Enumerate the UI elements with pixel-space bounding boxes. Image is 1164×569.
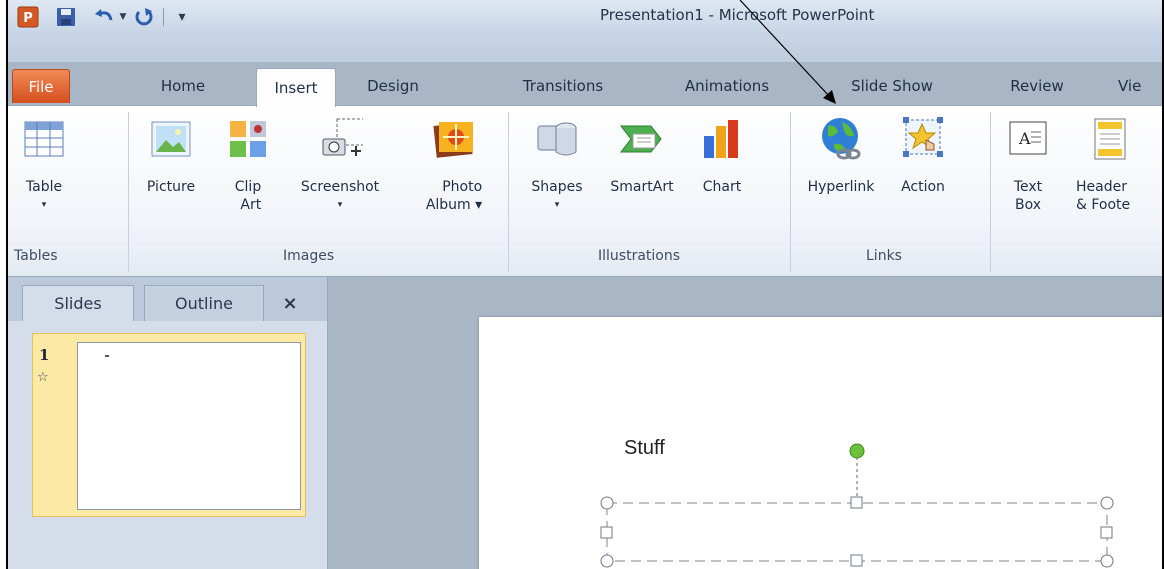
svg-text:A: A <box>1018 129 1031 148</box>
tab-insert[interactable]: Insert <box>256 68 336 107</box>
header-footer-icon <box>1088 116 1134 162</box>
table-label: Table <box>25 179 63 195</box>
selected-textbox[interactable] <box>479 317 1164 569</box>
resize-handle-left <box>600 526 613 539</box>
chart-label: Chart <box>702 179 742 195</box>
tab-view[interactable]: Vie <box>1118 69 1162 103</box>
group-label-images: Images <box>283 248 335 264</box>
tab-transitions[interactable]: Transitions <box>508 69 618 103</box>
chart-icon <box>699 116 745 162</box>
transition-star-icon: ☆ <box>37 370 49 385</box>
clip-art-icon <box>225 116 271 162</box>
chart-button[interactable]: Chart <box>690 116 754 196</box>
resize-handle-bottom-right <box>1100 554 1114 568</box>
photo-album-button[interactable]: Photo Album ▾ <box>414 116 494 214</box>
header-footer-button[interactable]: Header & Foote <box>1076 116 1162 214</box>
close-pane-icon[interactable]: × <box>276 289 304 317</box>
smartart-icon <box>619 116 665 162</box>
resize-handle-top-right <box>1100 496 1114 510</box>
picture-button[interactable]: Picture <box>136 116 206 196</box>
picture-label: Picture <box>146 179 196 195</box>
screenshot-button[interactable]: Screenshot ▾ <box>288 116 392 214</box>
smartart-label: SmartArt <box>610 179 674 195</box>
action-icon <box>900 116 946 162</box>
text-box-icon: A <box>1005 116 1051 162</box>
text-box-button[interactable]: A Text Box <box>998 116 1058 214</box>
group-label-tables: Tables <box>14 248 58 264</box>
ribbon-insert: Table ▾ Tables Picture Clip Art Screensh… <box>8 105 1162 277</box>
group-separator <box>128 112 129 272</box>
slide-number: 1 <box>39 346 50 364</box>
title-bar: P ▼ ▾ Presentation1 - Microsoft PowerPoi… <box>8 0 1162 62</box>
customize-toolbar-icon[interactable]: ▾ <box>170 5 194 29</box>
svg-text:P: P <box>23 11 33 26</box>
clip-art-button[interactable]: Clip Art <box>218 116 278 214</box>
slide-canvas[interactable]: Stuff <box>479 317 1164 569</box>
group-label-links: Links <box>866 248 902 264</box>
action-label: Action <box>901 179 945 195</box>
shapes-label: Shapes <box>531 179 583 195</box>
table-button[interactable]: Table ▾ <box>14 116 74 214</box>
resize-handle-bottom <box>850 554 863 567</box>
text-box-label: Text Box <box>1013 179 1043 213</box>
window-title: Presentation1 - Microsoft PowerPoint <box>600 6 875 24</box>
resize-handle-bottom-left <box>600 554 614 568</box>
slide-thumbnail-selected[interactable]: 1 ☆ <box>32 333 306 517</box>
hyperlink-button[interactable]: Hyperlink <box>798 116 884 196</box>
photo-album-icon <box>431 116 477 162</box>
textbox-border <box>606 502 1108 562</box>
powerpoint-window: P ▼ ▾ Presentation1 - Microsoft PowerPoi… <box>6 0 1164 569</box>
screenshot-label: Screenshot <box>300 179 380 195</box>
group-label-illustrations: Illustrations <box>598 248 681 264</box>
smartart-button[interactable]: SmartArt <box>600 116 684 196</box>
tab-slide-show[interactable]: Slide Show <box>842 69 942 103</box>
undo-dropdown-icon[interactable]: ▼ <box>116 5 130 29</box>
tab-design[interactable]: Design <box>348 69 438 103</box>
tab-home[interactable]: Home <box>148 69 218 103</box>
powerpoint-app-icon[interactable]: P <box>16 5 40 29</box>
tab-slides[interactable]: Slides <box>22 285 134 321</box>
tab-animations[interactable]: Animations <box>672 69 782 103</box>
tab-outline[interactable]: Outline <box>144 285 264 321</box>
tab-file[interactable]: File <box>12 69 70 103</box>
slide-editing-area: Stuff <box>328 277 1164 569</box>
shapes-button[interactable]: Shapes ▾ <box>522 116 592 214</box>
group-separator <box>990 112 991 272</box>
rotation-handle[interactable] <box>849 443 865 459</box>
redo-icon[interactable] <box>132 5 156 29</box>
slide-thumbnail[interactable] <box>77 342 301 510</box>
picture-icon <box>148 116 194 162</box>
undo-icon[interactable] <box>92 5 116 29</box>
hyperlink-label: Hyperlink <box>807 179 875 195</box>
header-footer-label: Header & Foote <box>1076 179 1131 213</box>
photo-album-label: Photo Album ▾ <box>425 179 483 213</box>
screenshot-dropdown-icon: ▾ <box>337 200 343 210</box>
resize-handle-top <box>850 496 863 509</box>
tab-review[interactable]: Review <box>1002 69 1072 103</box>
shapes-dropdown-icon: ▾ <box>554 200 560 210</box>
table-icon <box>21 116 67 162</box>
slides-pane: Slides Outline × 1 ☆ <box>8 277 328 569</box>
screenshot-icon <box>317 116 363 162</box>
table-dropdown-icon: ▾ <box>41 200 47 210</box>
group-separator <box>790 112 791 272</box>
thumbnail-text-mark <box>105 355 109 357</box>
shapes-icon <box>534 116 580 162</box>
hyperlink-globe-icon <box>818 116 864 162</box>
quick-access-separator <box>163 8 164 26</box>
clip-art-label: Clip Art <box>234 179 262 213</box>
save-icon[interactable] <box>54 5 78 29</box>
resize-handle-right <box>1100 526 1113 539</box>
pane-tabs: Slides Outline × <box>8 277 327 321</box>
resize-handle-top-left <box>600 496 614 510</box>
action-button[interactable]: Action <box>888 116 958 196</box>
group-separator <box>508 112 509 272</box>
ribbon-tabs: File Home Insert Design Transitions Anim… <box>8 62 1162 107</box>
